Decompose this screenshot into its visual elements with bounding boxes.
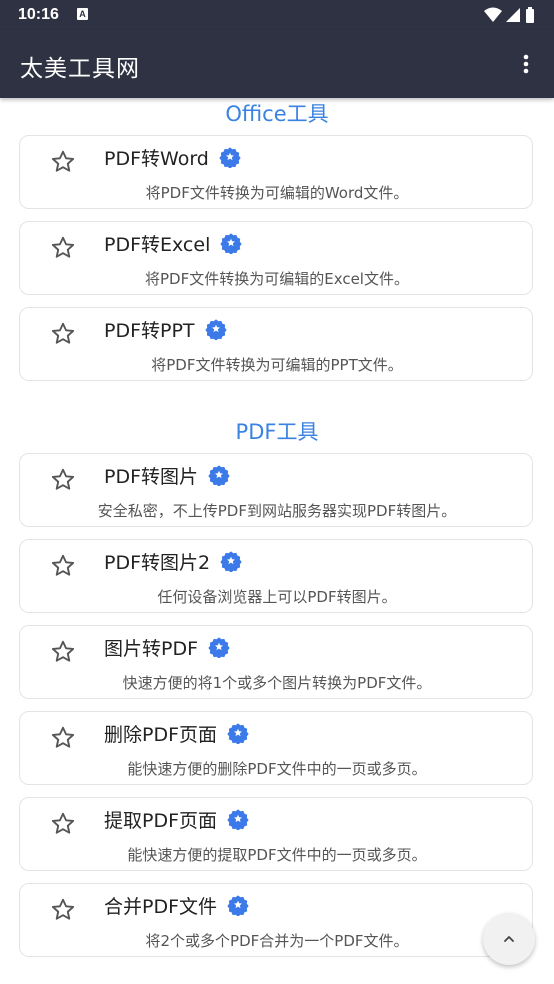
star-outline-icon[interactable] bbox=[49, 148, 77, 176]
tool-description: 快速方便的将1个或多个图片转换为PDF文件。 bbox=[122, 674, 432, 692]
tool-card-image-to-pdf[interactable]: 图片转PDF 快速方便的将1个或多个图片转换为PDF文件。 bbox=[19, 625, 533, 699]
section-title-office: Office工具 bbox=[225, 102, 329, 126]
star-outline-icon[interactable] bbox=[49, 320, 77, 348]
verified-badge-icon bbox=[227, 722, 249, 744]
tool-name: PDF转Excel bbox=[104, 230, 242, 257]
star-outline-icon[interactable] bbox=[49, 466, 77, 494]
star-outline-icon[interactable] bbox=[49, 234, 77, 262]
tool-card-pdf-to-word[interactable]: PDF转Word 将PDF文件转换为可编辑的Word文件。 bbox=[19, 135, 533, 209]
app-bar: 太美工具网 bbox=[0, 30, 554, 98]
app-title: 太美工具网 bbox=[20, 56, 140, 82]
tool-description: 将PDF文件转换为可编辑的Word文件。 bbox=[145, 184, 409, 202]
battery-icon bbox=[526, 7, 534, 23]
star-outline-icon[interactable] bbox=[49, 638, 77, 666]
verified-badge-icon bbox=[227, 894, 249, 916]
status-time: 10:16 bbox=[18, 6, 59, 23]
tool-name: 删除PDF页面 bbox=[104, 720, 249, 747]
tool-description: 将2个或多个PDF合并为一个PDF文件。 bbox=[145, 932, 409, 950]
tool-name: PDF转图片2 bbox=[104, 548, 242, 575]
chevron-up-icon bbox=[504, 936, 514, 942]
system-icons bbox=[484, 7, 534, 23]
more-vert-icon[interactable] bbox=[514, 52, 538, 76]
tool-name: PDF转图片 bbox=[104, 462, 230, 489]
star-outline-icon[interactable] bbox=[49, 810, 77, 838]
tool-description: 将PDF文件转换为可编辑的PPT文件。 bbox=[151, 356, 403, 374]
tool-card-merge-pdf[interactable]: 合并PDF文件 将2个或多个PDF合并为一个PDF文件。 bbox=[19, 883, 533, 957]
tool-description: 能快速方便的提取PDF文件中的一页或多页。 bbox=[127, 846, 427, 864]
tool-description: 任何设备浏览器上可以PDF转图片。 bbox=[157, 588, 397, 606]
section-title-pdf: PDF工具 bbox=[235, 420, 319, 444]
tool-card-extract-pdf-pages[interactable]: 提取PDF页面 能快速方便的提取PDF文件中的一页或多页。 bbox=[19, 797, 533, 871]
tool-name: 图片转PDF bbox=[104, 634, 230, 661]
verified-badge-icon bbox=[220, 550, 242, 572]
wifi-icon bbox=[484, 7, 502, 22]
star-outline-icon[interactable] bbox=[49, 896, 77, 924]
scroll-top-button[interactable] bbox=[483, 913, 535, 965]
notification-icon: A bbox=[77, 8, 88, 20]
tool-description: 安全私密，不上传PDF到网站服务器实现PDF转图片。 bbox=[97, 502, 457, 520]
tool-card-pdf-to-excel[interactable]: PDF转Excel 将PDF文件转换为可编辑的Excel文件。 bbox=[19, 221, 533, 295]
verified-badge-icon bbox=[227, 808, 249, 830]
tool-card-delete-pdf-pages[interactable]: 删除PDF页面 能快速方便的删除PDF文件中的一页或多页。 bbox=[19, 711, 533, 785]
tool-card-pdf-to-ppt[interactable]: PDF转PPT 将PDF文件转换为可编辑的PPT文件。 bbox=[19, 307, 533, 381]
verified-badge-icon bbox=[219, 146, 241, 168]
tool-name: 合并PDF文件 bbox=[104, 892, 249, 919]
tool-card-pdf-to-image[interactable]: PDF转图片 安全私密，不上传PDF到网站服务器实现PDF转图片。 bbox=[19, 453, 533, 527]
tool-card-pdf-to-image-2[interactable]: PDF转图片2 任何设备浏览器上可以PDF转图片。 bbox=[19, 539, 533, 613]
signal-icon bbox=[506, 8, 520, 22]
tool-name: PDF转Word bbox=[104, 144, 241, 171]
verified-badge-icon bbox=[220, 232, 242, 254]
tool-description: 将PDF文件转换为可编辑的Excel文件。 bbox=[145, 270, 409, 288]
star-outline-icon[interactable] bbox=[49, 552, 77, 580]
verified-badge-icon bbox=[204, 318, 227, 340]
status-bar: 10:16 A bbox=[0, 0, 554, 30]
tool-description: 能快速方便的删除PDF文件中的一页或多页。 bbox=[127, 760, 427, 778]
verified-badge-icon bbox=[208, 636, 230, 658]
verified-badge-icon bbox=[208, 464, 230, 486]
star-outline-icon[interactable] bbox=[49, 724, 77, 752]
tool-name: 提取PDF页面 bbox=[104, 806, 249, 833]
tool-name: PDF转PPT bbox=[104, 316, 227, 343]
